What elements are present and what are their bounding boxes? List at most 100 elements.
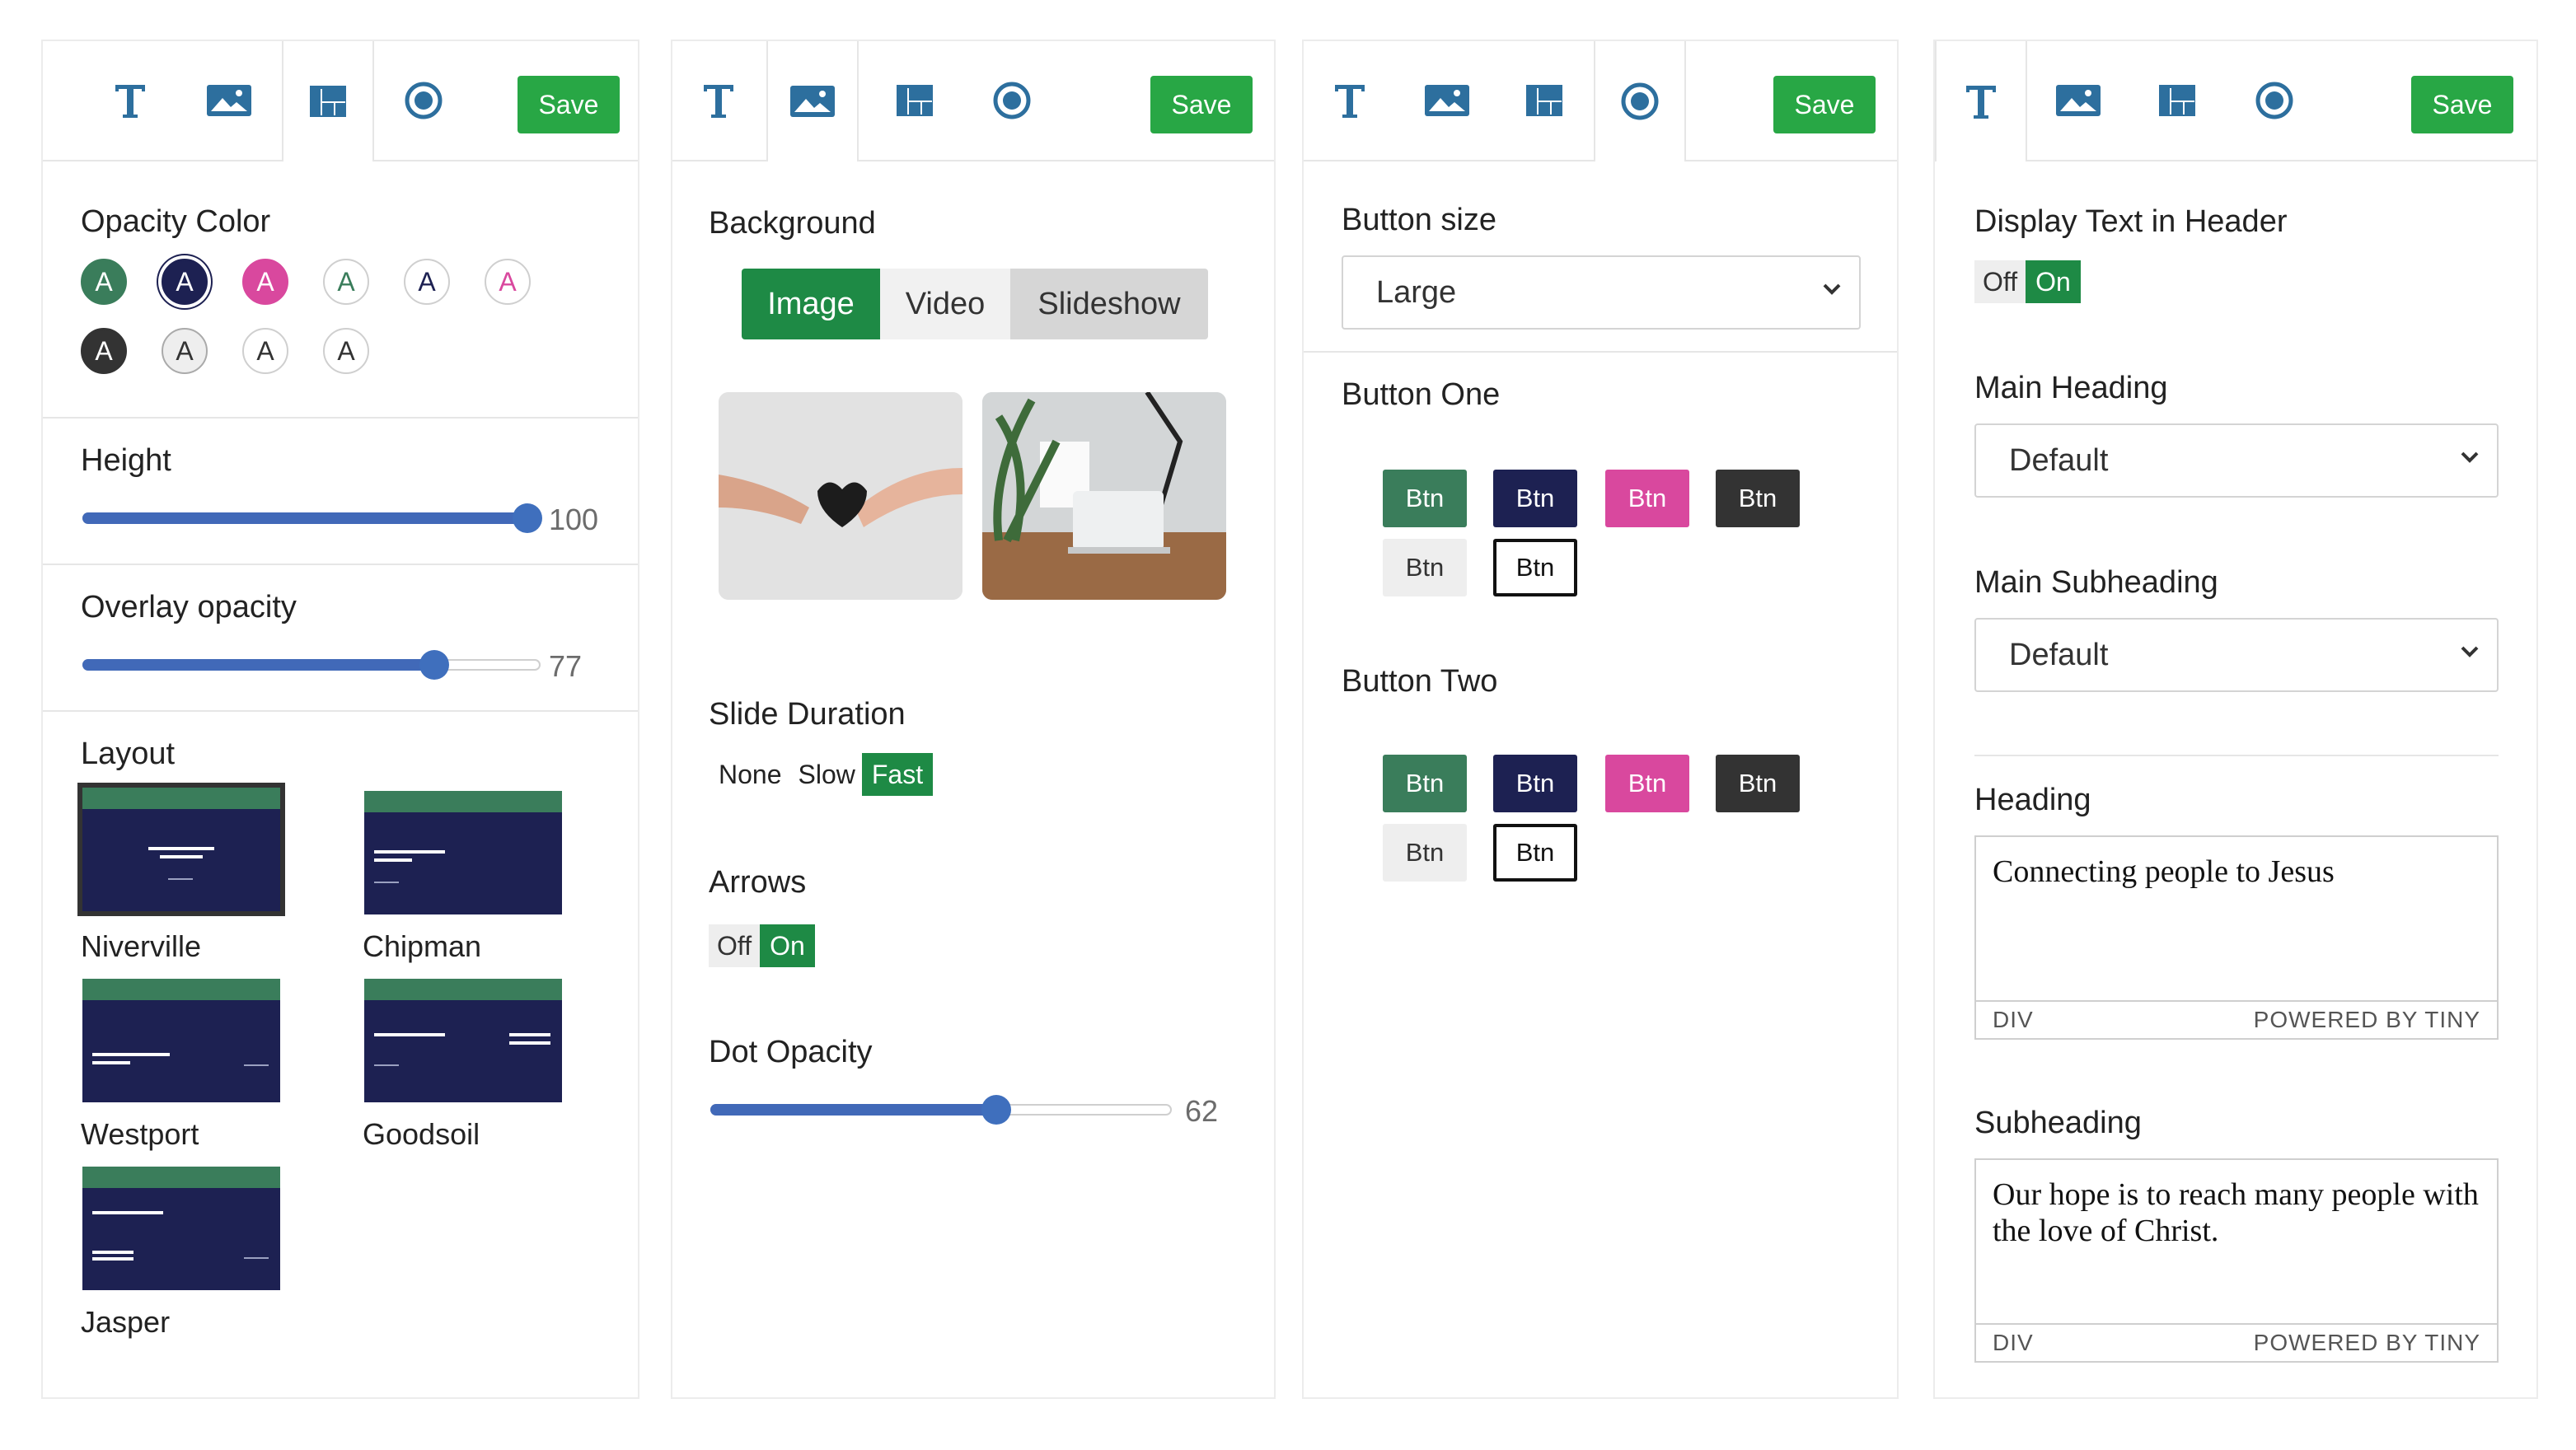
editor-path[interactable]: DIV bbox=[1993, 1007, 2034, 1033]
color-option[interactable]: A bbox=[485, 259, 531, 305]
overlay-opacity-slider[interactable] bbox=[82, 650, 541, 680]
height-slider[interactable] bbox=[82, 503, 542, 533]
btn-style-dark[interactable]: Btn bbox=[1716, 470, 1800, 527]
dot-opacity-title: Dot Opacity bbox=[709, 1035, 873, 1069]
save-button[interactable]: Save bbox=[1773, 76, 1876, 133]
arrows-toggle[interactable]: Off On bbox=[709, 924, 815, 967]
arrows-title: Arrows bbox=[709, 865, 807, 900]
button-size-select[interactable]: Large bbox=[1342, 255, 1861, 330]
save-button[interactable]: Save bbox=[2411, 76, 2513, 133]
tab-layout[interactable] bbox=[869, 41, 961, 160]
bg-option-slideshow[interactable]: Slideshow bbox=[1010, 269, 1208, 339]
layout-icon bbox=[2159, 85, 2195, 116]
btn-style-dark[interactable]: Btn bbox=[1716, 755, 1800, 812]
chevron-down-icon bbox=[2461, 451, 2479, 463]
tab-layout[interactable] bbox=[282, 41, 374, 161]
image-icon bbox=[1425, 85, 1469, 116]
layout-option-selected[interactable] bbox=[77, 783, 285, 916]
tab-text[interactable] bbox=[1935, 41, 2027, 161]
toggle-off[interactable]: Off bbox=[1974, 260, 2026, 303]
color-option-selected[interactable]: A bbox=[162, 259, 208, 305]
color-option[interactable]: A bbox=[323, 328, 369, 374]
save-button[interactable]: Save bbox=[518, 76, 620, 133]
tab-image[interactable] bbox=[766, 41, 859, 161]
layout-option[interactable] bbox=[364, 979, 562, 1102]
tab-text[interactable] bbox=[84, 41, 176, 160]
tab-text[interactable] bbox=[672, 41, 765, 160]
heading-editor-content[interactable]: Connecting people to Jesus bbox=[1993, 854, 2480, 890]
btn-style-light[interactable]: Btn bbox=[1383, 824, 1467, 882]
layout-icon bbox=[1526, 85, 1562, 116]
display-text-toggle[interactable]: Off On bbox=[1974, 260, 2081, 303]
button-icon bbox=[2255, 82, 2293, 119]
layout-label: Niverville bbox=[81, 929, 202, 963]
btn-style-navy[interactable]: Btn bbox=[1493, 470, 1577, 527]
heading-editor[interactable]: Connecting people to Jesus DIV POWERED B… bbox=[1974, 835, 2499, 1040]
save-button[interactable]: Save bbox=[1150, 76, 1253, 133]
tab-image[interactable] bbox=[183, 41, 275, 160]
height-value: 100 bbox=[549, 503, 599, 536]
tab-button[interactable] bbox=[2228, 41, 2321, 160]
tab-button[interactable] bbox=[1594, 41, 1686, 161]
subheading-editor[interactable]: Our hope is to reach many people with th… bbox=[1974, 1158, 2499, 1363]
duration-slow[interactable]: Slow bbox=[792, 753, 862, 796]
dot-opacity-slider[interactable] bbox=[710, 1095, 1172, 1125]
tab-image[interactable] bbox=[1401, 41, 1493, 160]
tab-image[interactable] bbox=[2032, 41, 2124, 160]
tab-layout[interactable] bbox=[2131, 41, 2223, 160]
btn-style-pink[interactable]: Btn bbox=[1605, 755, 1689, 812]
chevron-down-icon bbox=[1823, 283, 1841, 295]
editor-brand[interactable]: POWERED BY TINY bbox=[2254, 1330, 2480, 1356]
toggle-on[interactable]: On bbox=[2026, 260, 2081, 303]
tab-text[interactable] bbox=[1304, 41, 1396, 160]
background-title: Background bbox=[709, 206, 876, 241]
main-subheading-title: Main Subheading bbox=[1974, 565, 2218, 600]
btn-style-navy[interactable]: Btn bbox=[1493, 755, 1577, 812]
slideshow-image-hands-heart[interactable] bbox=[719, 392, 962, 600]
button-two-title: Button Two bbox=[1342, 664, 1498, 699]
bg-option-video[interactable]: Video bbox=[880, 269, 1010, 339]
tab-layout[interactable] bbox=[1498, 41, 1590, 160]
main-subheading-select[interactable]: Default bbox=[1974, 618, 2499, 692]
slider-thumb[interactable] bbox=[419, 650, 449, 680]
main-heading-select[interactable]: Default bbox=[1974, 423, 2499, 498]
btn-style-teal[interactable]: Btn bbox=[1383, 470, 1467, 527]
tab-button[interactable] bbox=[966, 41, 1058, 160]
toggle-on[interactable]: On bbox=[760, 924, 815, 967]
btn-style-outline-selected[interactable]: Btn bbox=[1493, 824, 1577, 882]
color-option[interactable]: A bbox=[242, 259, 288, 305]
panel-text: Save Display Text in Header Off On Main … bbox=[1933, 40, 2538, 1399]
color-option[interactable]: A bbox=[81, 259, 127, 305]
chevron-down-icon bbox=[2461, 646, 2479, 657]
slider-fill bbox=[82, 659, 433, 671]
btn-style-outline-selected[interactable]: Btn bbox=[1493, 539, 1577, 596]
tab-button[interactable] bbox=[377, 41, 470, 160]
btn-style-teal[interactable]: Btn bbox=[1383, 755, 1467, 812]
background-type-selector: Image Video Slideshow bbox=[742, 269, 1208, 339]
editor-path[interactable]: DIV bbox=[1993, 1330, 2034, 1356]
text-icon bbox=[1335, 85, 1365, 118]
bg-option-image[interactable]: Image bbox=[742, 269, 880, 339]
panel-buttons: Save Button size Large Button One Btn Bt… bbox=[1302, 40, 1899, 1399]
editor-statusbar: DIV POWERED BY TINY bbox=[1976, 1000, 2497, 1038]
color-option[interactable]: A bbox=[404, 259, 450, 305]
layout-option[interactable] bbox=[82, 979, 280, 1102]
layout-option[interactable] bbox=[364, 791, 562, 914]
color-option[interactable]: A bbox=[162, 328, 208, 374]
image-icon bbox=[207, 85, 251, 116]
btn-style-light[interactable]: Btn bbox=[1383, 539, 1467, 596]
layout-option[interactable] bbox=[82, 1167, 280, 1290]
toggle-off[interactable]: Off bbox=[709, 924, 761, 967]
color-option[interactable]: A bbox=[242, 328, 288, 374]
slideshow-image-laptop[interactable] bbox=[982, 392, 1226, 600]
duration-none[interactable]: None bbox=[709, 753, 792, 796]
layout-title: Layout bbox=[81, 737, 176, 771]
slider-thumb[interactable] bbox=[513, 503, 542, 533]
slider-thumb[interactable] bbox=[981, 1095, 1011, 1125]
duration-fast[interactable]: Fast bbox=[861, 753, 934, 796]
color-option[interactable]: A bbox=[81, 328, 127, 374]
editor-brand[interactable]: POWERED BY TINY bbox=[2254, 1007, 2480, 1033]
color-option[interactable]: A bbox=[323, 259, 369, 305]
subheading-editor-content[interactable]: Our hope is to reach many people with th… bbox=[1993, 1176, 2480, 1249]
btn-style-pink[interactable]: Btn bbox=[1605, 470, 1689, 527]
